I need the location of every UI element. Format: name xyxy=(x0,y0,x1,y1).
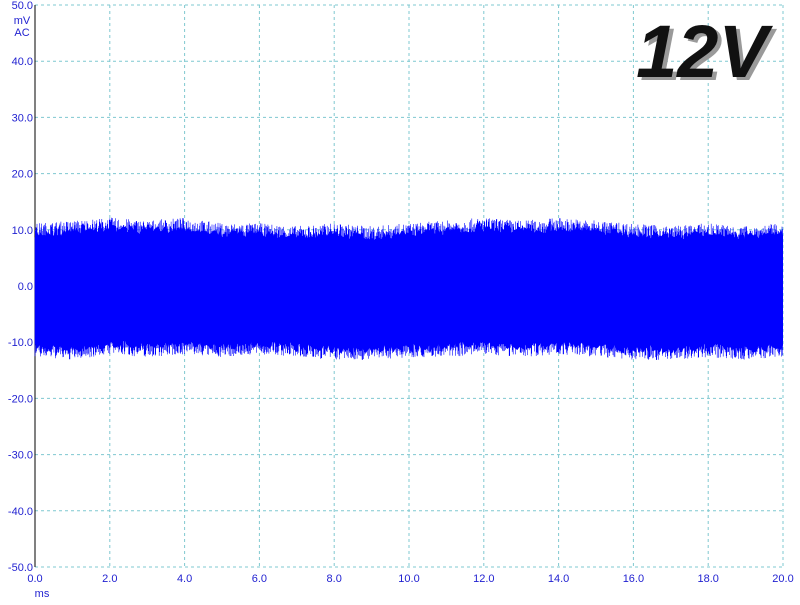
y-tick-label: 20.0 xyxy=(12,169,33,181)
y-tick-label: -30.0 xyxy=(8,450,33,462)
ripple-plot: 0.0 2.0 4.0 6.0 8.0 10.0 12.0 14.0 16.0 18.0 20.0 5… xyxy=(8,0,794,600)
x-tick-label: 14.0 xyxy=(548,573,569,585)
y-tick-label: -20.0 xyxy=(8,393,33,405)
x-tick-label: 8.0 xyxy=(327,573,342,585)
y-tick-label: 30.0 xyxy=(12,112,33,124)
ripple-trace xyxy=(34,217,783,360)
x-unit-label: ms xyxy=(35,588,50,600)
y-tick-label: 0.0 xyxy=(18,281,33,293)
x-tick-label: 0.0 xyxy=(27,573,42,585)
x-tick-label: 18.0 xyxy=(697,573,718,585)
y-tick-label: 50.0 xyxy=(12,0,33,12)
y-tick-label: -40.0 xyxy=(8,506,33,518)
ripple-spikes xyxy=(34,217,783,360)
x-tick-label: 12.0 xyxy=(473,573,494,585)
x-tick-label: 10.0 xyxy=(398,573,419,585)
y-coupling-label: AC xyxy=(14,27,29,39)
x-tick-label: 20.0 xyxy=(772,573,793,585)
y-tick-label: -10.0 xyxy=(8,337,33,349)
voltage-badge: 12V 12V xyxy=(636,10,777,96)
y-tick-label: 40.0 xyxy=(12,56,33,68)
x-tick-label: 16.0 xyxy=(623,573,644,585)
y-tick-label: 10.0 xyxy=(12,225,33,237)
x-tick-label: 2.0 xyxy=(102,573,117,585)
voltage-badge-text: 12V xyxy=(636,10,773,93)
oscilloscope-chart: 0.0 2.0 4.0 6.0 8.0 10.0 12.0 14.0 16.0 18.0 20.0 5… xyxy=(0,0,800,600)
y-tick-label: -50.0 xyxy=(8,562,33,574)
x-tick-label: 4.0 xyxy=(177,573,192,585)
x-tick-label: 6.0 xyxy=(252,573,267,585)
y-unit-label: mV xyxy=(14,15,31,27)
